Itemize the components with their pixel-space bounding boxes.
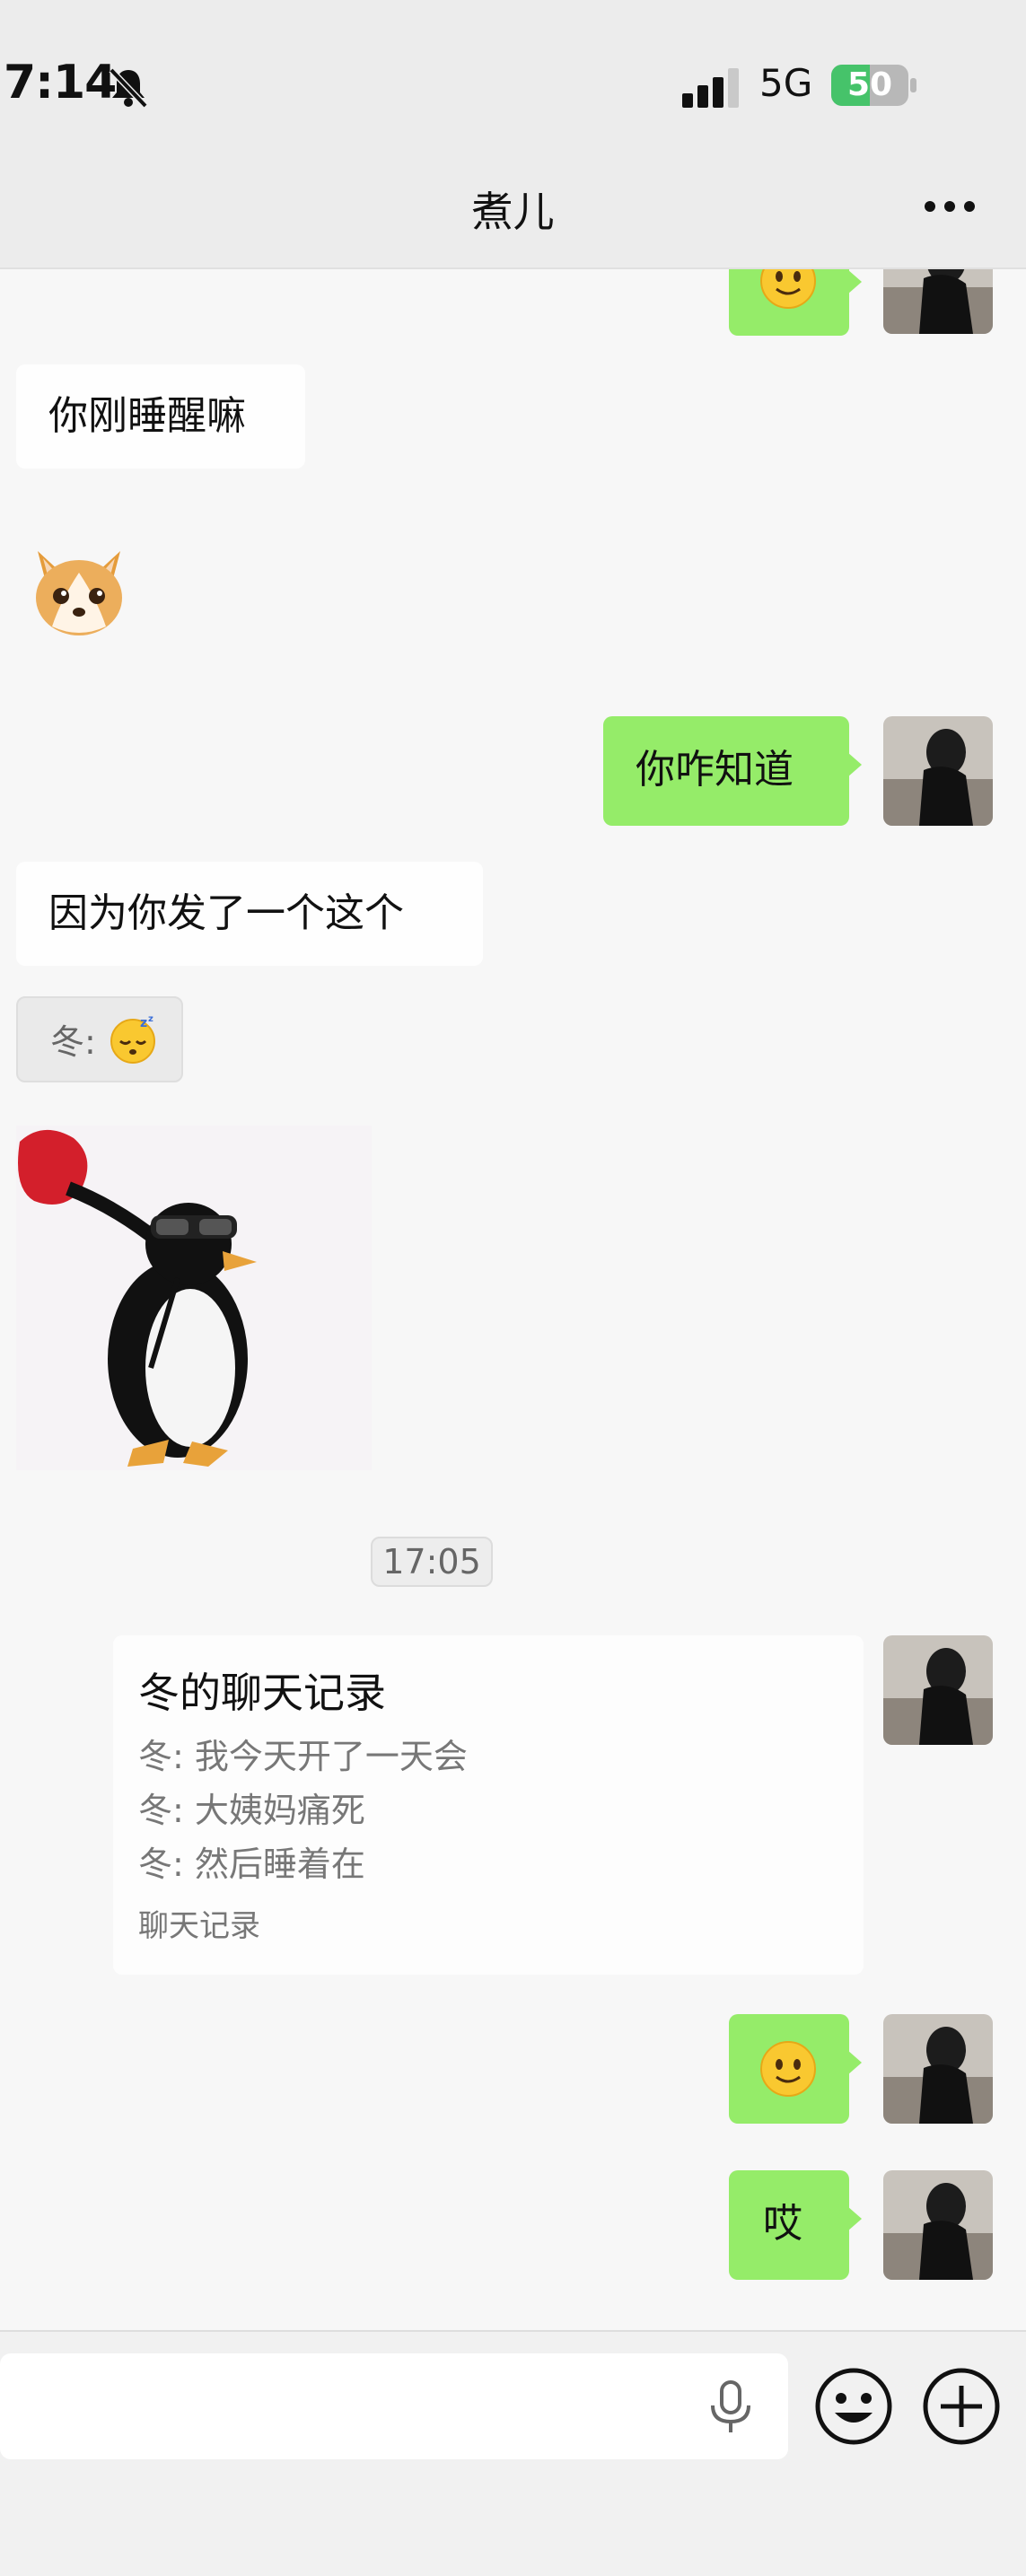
penguin-sunglasses-sticker[interactable]	[16, 1126, 372, 1470]
chat-record-line: 冬: 然后睡着在	[138, 1844, 365, 1884]
my-avatar[interactable]	[883, 269, 993, 334]
smiling-face-emoji	[760, 269, 816, 309]
chat-record-line: 冬: 大姨妈痛死	[138, 1791, 365, 1830]
my-avatar[interactable]	[883, 2014, 993, 2124]
message-bubble-outgoing[interactable]: 你咋知道	[603, 716, 862, 826]
my-avatar[interactable]	[883, 2170, 993, 2280]
svg-text:z: z	[148, 1014, 153, 1024]
battery-percent: 50	[846, 66, 893, 103]
message-input[interactable]	[0, 2353, 788, 2459]
svg-text:z: z	[140, 1016, 147, 1030]
bell-muted-icon	[109, 67, 148, 109]
more-dots-icon[interactable]	[923, 199, 977, 214]
chat-record-card[interactable]: 冬的聊天记录 冬: 我今天开了一天会 冬: 大姨妈痛死 冬: 然后睡着在 聊天记…	[113, 1635, 864, 1975]
message-bubble-incoming[interactable]: 你刚睡醒嘛	[16, 364, 305, 469]
quote-reply[interactable]: 冬: z z	[16, 996, 183, 1082]
sleeping-face-emoji: z z	[110, 1014, 155, 1064]
status-time: 7:14	[4, 56, 117, 110]
chat-record-footer: 聊天记录	[138, 1908, 260, 1944]
chat-record-line: 冬: 我今天开了一天会	[138, 1737, 468, 1776]
message-bubble-outgoing[interactable]: 哎	[729, 2170, 862, 2280]
message-bubble-incoming[interactable]: 因为你发了一个这个	[16, 862, 483, 966]
microphone-icon[interactable]	[706, 2380, 756, 2434]
timestamp: 17:05	[371, 1537, 493, 1587]
chat-record-title: 冬的聊天记录	[138, 1669, 386, 1717]
my-avatar[interactable]	[883, 1635, 993, 1745]
message-text: 哎	[763, 2201, 802, 2247]
message-bubble-outgoing[interactable]	[729, 2014, 862, 2124]
emoji-face-icon[interactable]	[813, 2366, 894, 2447]
message-bubble-outgoing[interactable]	[729, 269, 862, 336]
network-type: 5G	[759, 61, 813, 105]
chat-title: 煮儿	[471, 188, 555, 236]
quote-prefix: 冬:	[50, 1022, 96, 1062]
my-avatar[interactable]	[883, 716, 993, 826]
smiling-face-emoji	[760, 2041, 816, 2097]
signal-strength-icon	[682, 68, 739, 108]
message-text: 你咋知道	[636, 747, 794, 793]
message-text: 你刚睡醒嘛	[48, 393, 246, 439]
corgi-sticker[interactable]	[31, 546, 127, 639]
chat-area[interactable]: 你刚睡醒嘛 你咋知道 因为你发了一个这个 冬: z z 17:05 冬的聊天记录…	[0, 269, 1026, 2325]
battery-icon: 50	[831, 65, 917, 106]
message-text: 因为你发了一个这个	[48, 890, 404, 936]
plus-circle-icon[interactable]	[921, 2366, 1002, 2447]
